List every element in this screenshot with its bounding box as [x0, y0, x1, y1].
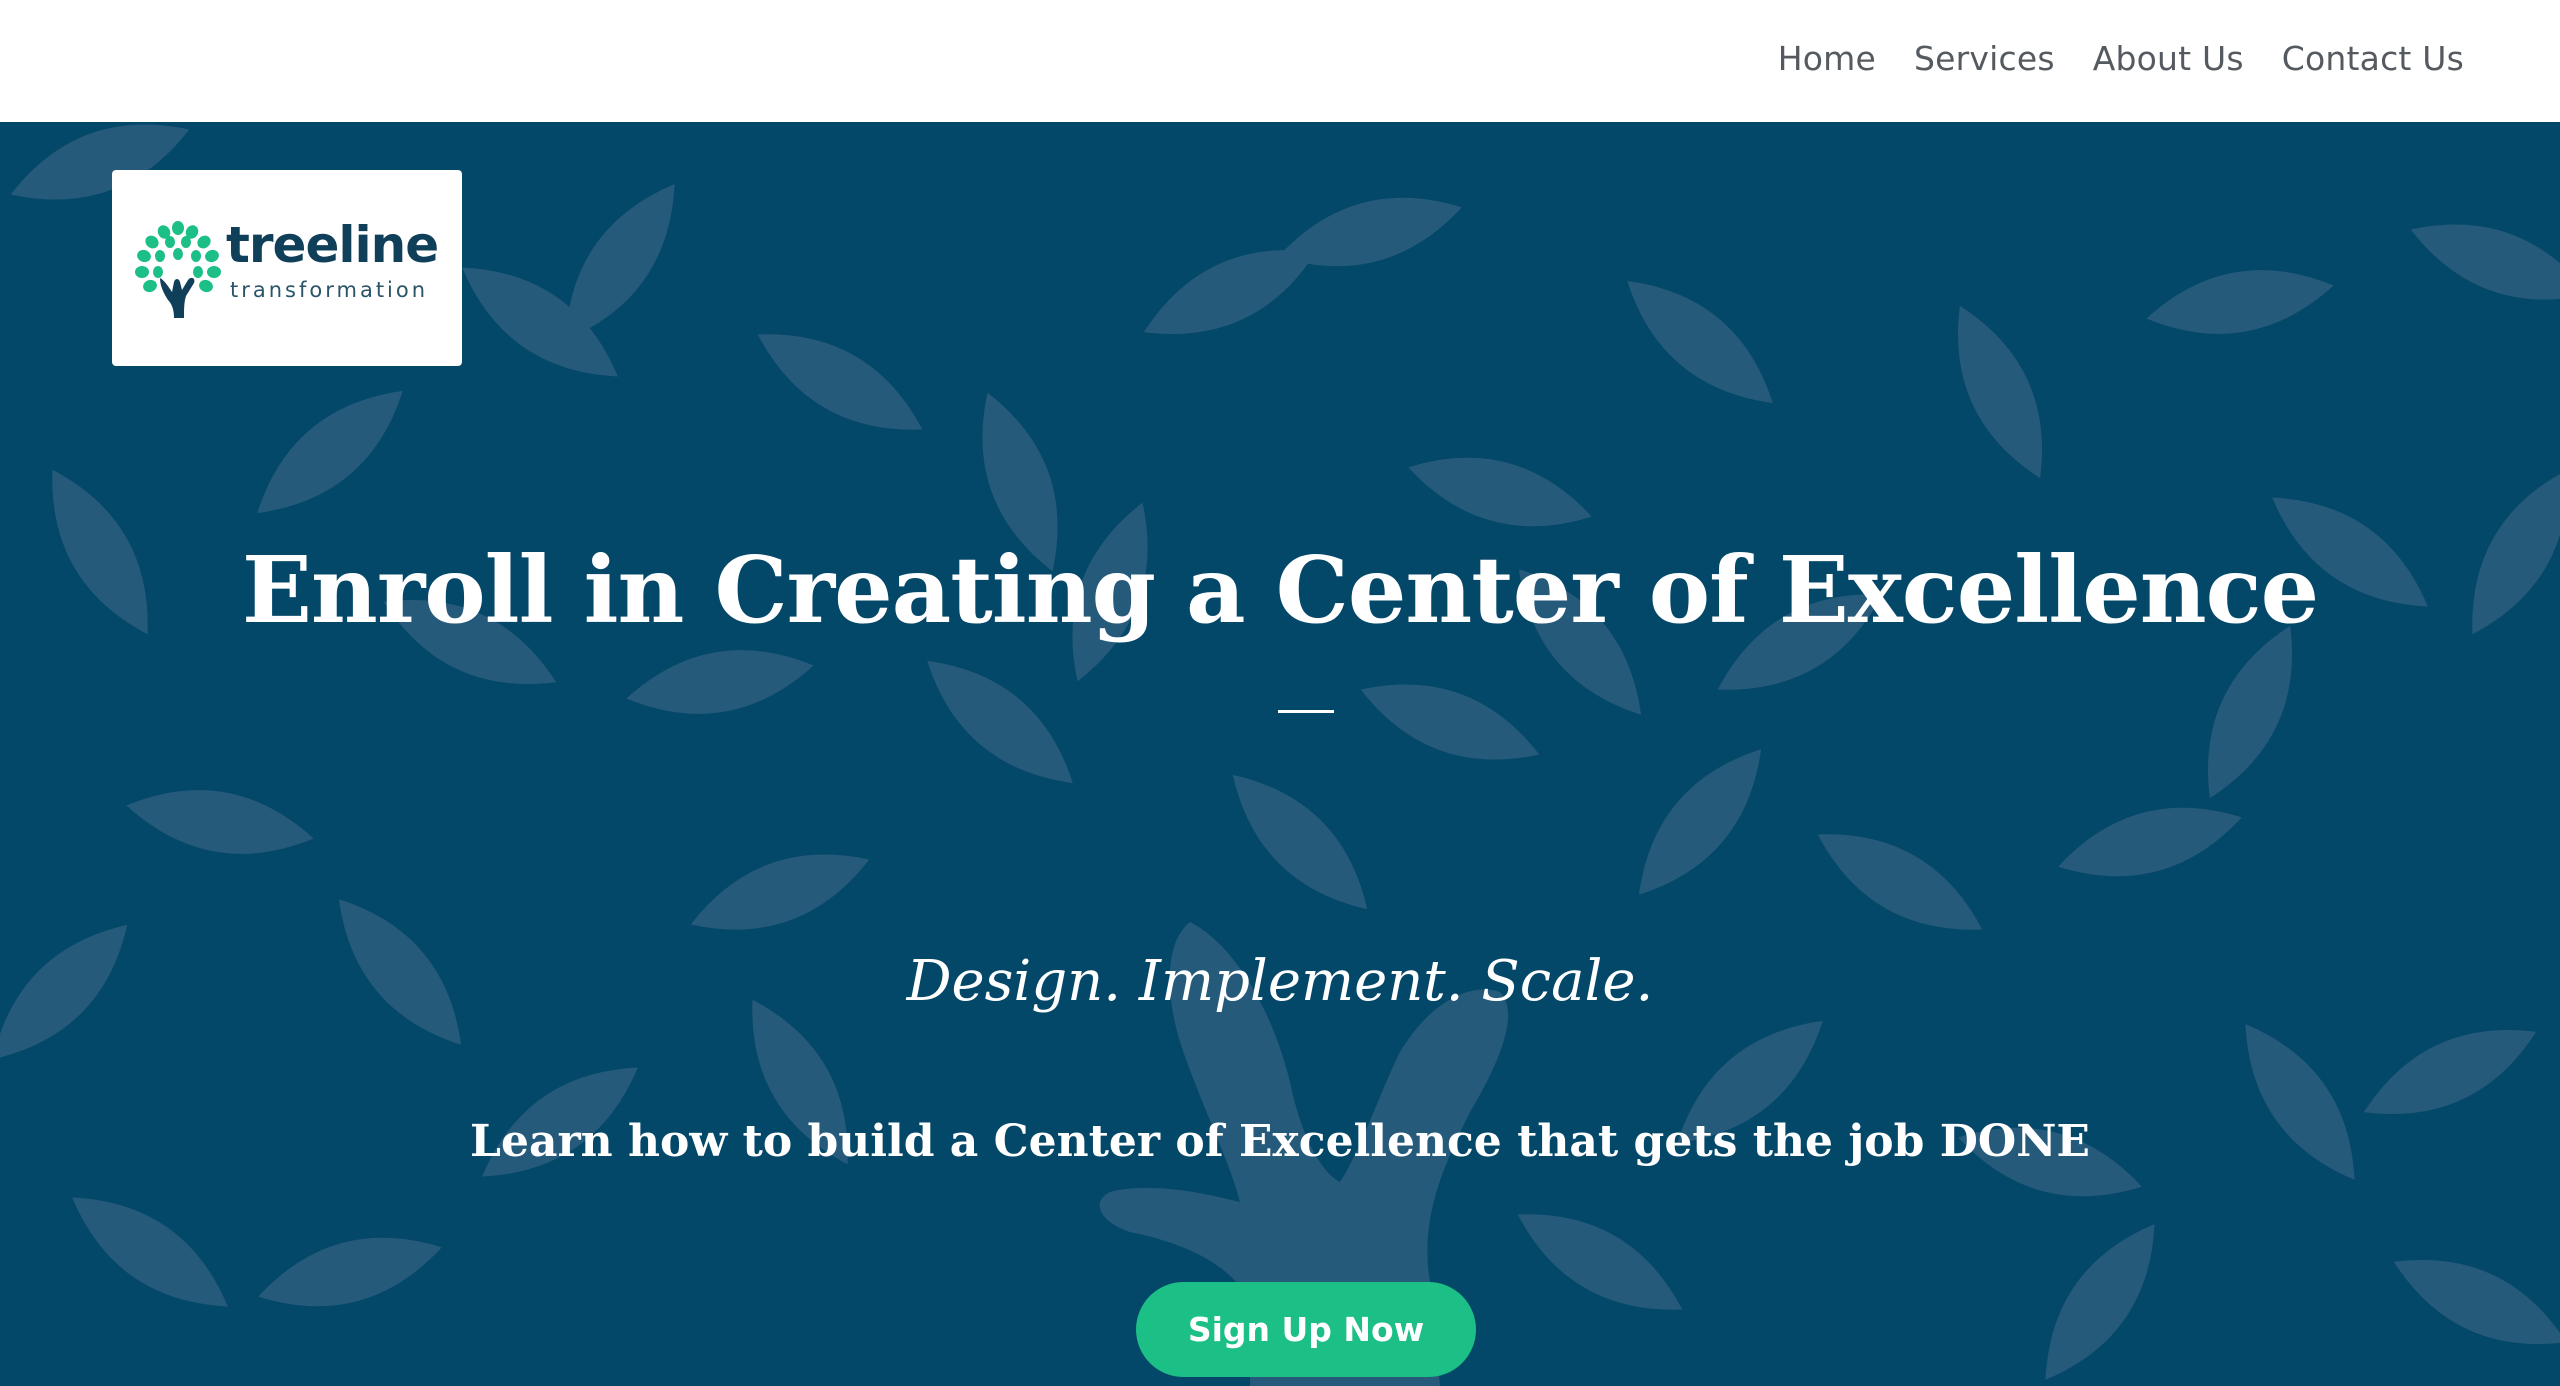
leaf-shape: [927, 660, 1073, 784]
leaf-shape: [2045, 1224, 2155, 1380]
leaf-shape: [690, 854, 870, 930]
leaf-shape: [626, 650, 814, 714]
leaf-shape: [257, 390, 403, 514]
tree-hand-icon: [135, 221, 221, 318]
hero-tagline: Design. Implement. Scale.: [906, 949, 1654, 1014]
leaf-shape: [1638, 749, 1762, 895]
nav-link-home[interactable]: Home: [1778, 39, 1876, 78]
main-nav: Home Services About Us Contact Us: [1778, 0, 2464, 116]
leaf-shape: [1232, 774, 1368, 910]
hero-headline: Enroll in Creating a Center of Excellenc…: [241, 536, 2319, 644]
nav-link-about-us[interactable]: About Us: [2093, 39, 2244, 78]
leaf-shape: [757, 334, 923, 430]
leaf-shape: [1957, 305, 2043, 479]
leaf-shape: [258, 1237, 442, 1307]
logo-wordmark: treeline: [226, 216, 439, 274]
company-logo[interactable]: treeline transformation: [112, 170, 462, 366]
hero-section: treeline transformation Enroll in Creati…: [0, 122, 2560, 1386]
sign-up-now-button[interactable]: Sign Up Now: [1136, 1282, 1476, 1377]
leaf-shape: [72, 1197, 228, 1307]
leaf-shape: [1627, 280, 1773, 404]
leaf-shape: [2410, 224, 2560, 300]
leaf-shape: [1360, 684, 1540, 760]
leaf-shape: [2146, 270, 2334, 334]
leaf-shape: [1517, 1214, 1683, 1310]
hero-subheading: Learn how to build a Center of Excellenc…: [470, 1116, 2090, 1167]
leaf-shape: [1817, 834, 1983, 930]
top-navigation-bar: Home Services About Us Contact Us: [0, 0, 2560, 122]
nav-link-contact-us[interactable]: Contact Us: [2282, 39, 2464, 78]
leaf-shape: [1408, 457, 1592, 527]
nav-link-services[interactable]: Services: [1914, 39, 2055, 78]
hero-divider: [1278, 710, 1334, 713]
leaf-shape: [2058, 807, 2242, 877]
leaf-shape: [126, 790, 314, 854]
logo-subtext: transformation: [230, 278, 429, 302]
leaf-shape: [2393, 1259, 2560, 1345]
